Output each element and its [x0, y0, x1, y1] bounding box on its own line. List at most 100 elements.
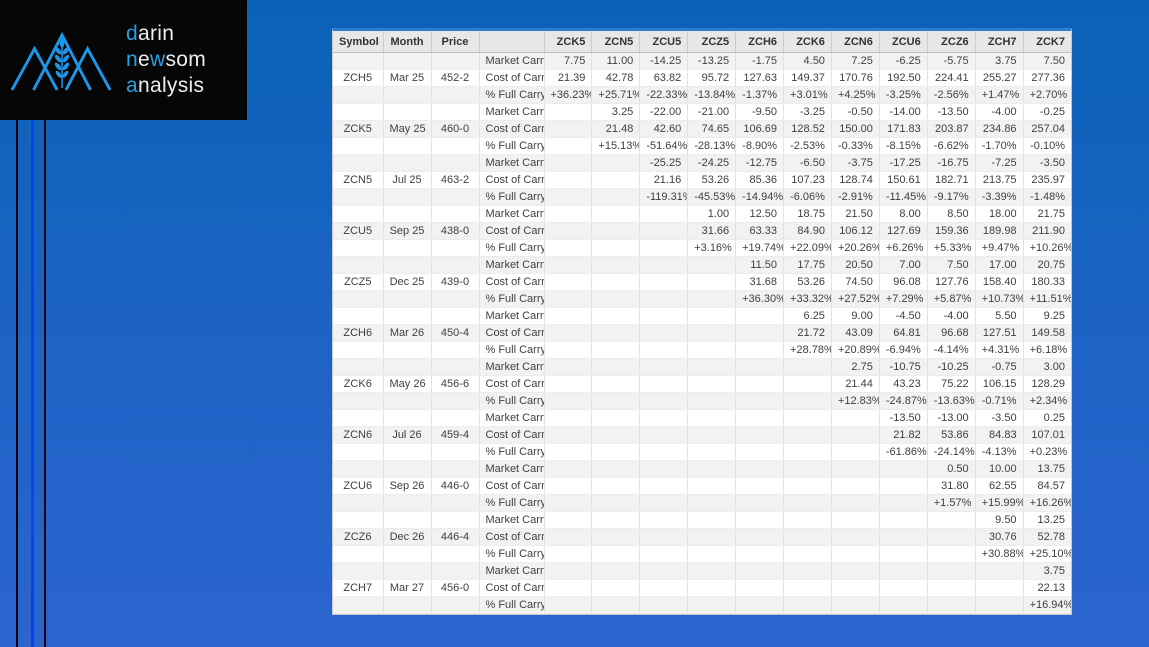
price-cell: 446-4	[431, 528, 480, 546]
logo-text-line: analysis	[126, 73, 206, 99]
value-cell	[639, 222, 689, 240]
value-cell	[591, 239, 641, 257]
table-row-zch5-market_carry: Market Carry 7.75 11.00 -14.25 -13.25 -1.75 4.…	[333, 52, 1071, 70]
column-header-zcz6: ZCZ6	[927, 31, 976, 53]
value-cell	[544, 341, 593, 359]
value-cell: -25.25	[639, 154, 689, 172]
value-cell	[544, 188, 593, 206]
symbol-cell: ZCH7	[333, 579, 384, 597]
logo-accent-letter: n	[126, 48, 138, 71]
value-cell	[591, 443, 641, 461]
value-cell	[639, 239, 689, 257]
value-cell: +5.87%	[927, 290, 976, 308]
value-cell: 9.00	[831, 307, 880, 325]
symbol-cell: ZCU6	[333, 477, 384, 495]
value-cell	[591, 426, 641, 444]
value-cell	[927, 562, 976, 580]
price-cell: 459-4	[431, 426, 480, 444]
value-cell	[831, 477, 880, 495]
price-cell: 460-0	[431, 120, 480, 138]
value-cell: 277.36	[1023, 69, 1071, 87]
value-cell: +6.18%	[1023, 341, 1071, 359]
value-cell	[735, 375, 785, 393]
value-cell: 127.63	[735, 69, 785, 87]
value-cell: 128.52	[783, 120, 832, 138]
value-cell: 17.75	[783, 256, 832, 274]
value-cell: -22.00	[639, 103, 689, 121]
symbol-cell	[333, 205, 384, 223]
value-cell: -1.70%	[975, 137, 1024, 155]
value-cell: 75.22	[927, 375, 976, 393]
value-cell: 42.60	[639, 120, 689, 138]
carry-type-label: Cost of Carry	[479, 324, 545, 342]
value-cell: +16.94%	[1023, 596, 1071, 614]
value-cell: 170.76	[831, 69, 880, 87]
value-cell: +3.16%	[687, 239, 737, 257]
value-cell: 11.50	[735, 256, 785, 274]
price-cell	[431, 205, 480, 223]
value-cell: 31.68	[735, 273, 785, 291]
table-row-zch5-pct_full_carry: % Full Carry +36.23% +25.71% -22.33% -13.84%…	[333, 86, 1071, 104]
value-cell: 31.80	[927, 477, 976, 495]
carry-type-label: Cost of Carry	[479, 375, 545, 393]
column-header-symbol: Symbol	[333, 31, 384, 53]
value-cell	[591, 460, 641, 478]
value-cell: -13.50	[879, 409, 928, 427]
value-cell	[544, 528, 593, 546]
value-cell	[544, 154, 593, 172]
column-header-blank	[479, 31, 545, 53]
value-cell: 150.61	[879, 171, 928, 189]
symbol-cell	[333, 154, 384, 172]
price-cell	[431, 86, 480, 104]
value-cell: -10.75	[879, 358, 928, 376]
value-cell: -4.50	[879, 307, 928, 325]
value-cell: 106.15	[975, 375, 1024, 393]
carry-type-label: % Full Carry	[479, 443, 545, 461]
value-cell	[639, 341, 689, 359]
month-cell	[383, 443, 432, 461]
value-cell	[687, 324, 737, 342]
value-cell	[544, 171, 593, 189]
table-row-zck6-cost_of_carry: ZCK6 May 26 456-6 Cost of Carry 21.44 43.23 75…	[333, 375, 1071, 393]
value-cell: 171.83	[879, 120, 928, 138]
table-row-zch7-market_carry: Market Carry 3.75	[333, 562, 1071, 580]
value-cell	[591, 596, 641, 614]
carry-type-label: Market Carry	[479, 307, 545, 325]
value-cell	[735, 494, 785, 512]
value-cell: 213.75	[975, 171, 1024, 189]
value-cell: -13.84%	[687, 86, 737, 104]
value-cell	[735, 545, 785, 563]
value-cell: +11.51%	[1023, 290, 1071, 308]
symbol-cell	[333, 511, 384, 529]
value-cell: -8.90%	[735, 137, 785, 155]
column-header-zcu6: ZCU6	[879, 31, 928, 53]
value-cell: 3.25	[591, 103, 641, 121]
symbol-cell: ZCK6	[333, 375, 384, 393]
month-cell	[383, 511, 432, 529]
symbol-cell: ZCZ6	[333, 528, 384, 546]
value-cell	[879, 579, 928, 597]
value-cell: 127.76	[927, 273, 976, 291]
month-cell	[383, 307, 432, 325]
carry-type-label: % Full Carry	[479, 341, 545, 359]
value-cell: 7.50	[1023, 52, 1071, 70]
month-cell: Mar 26	[383, 324, 432, 342]
value-cell: 10.00	[975, 460, 1024, 478]
value-cell: 106.12	[831, 222, 880, 240]
table-row-zcz6-cost_of_carry: ZCZ6 Dec 26 446-4 Cost of Carry 30.76 52.78	[333, 528, 1071, 546]
table-row-zcz6-pct_full_carry: % Full Carry +30.88% +25.10%	[333, 545, 1071, 563]
carry-type-label: Market Carry	[479, 52, 545, 70]
value-cell	[927, 545, 976, 563]
carry-type-label: % Full Carry	[479, 596, 545, 614]
table-row-zcu5-pct_full_carry: % Full Carry +3.16% +19.74% +22.09% +20.26% +…	[333, 239, 1071, 257]
symbol-cell	[333, 443, 384, 461]
value-cell: +10.73%	[975, 290, 1024, 308]
value-cell: +0.23%	[1023, 443, 1071, 461]
value-cell	[687, 290, 737, 308]
value-cell: -13.25	[687, 52, 737, 70]
value-cell	[544, 256, 593, 274]
value-cell: 18.75	[783, 205, 832, 223]
value-cell	[687, 375, 737, 393]
value-cell: -24.87%	[879, 392, 928, 410]
value-cell: +2.70%	[1023, 86, 1071, 104]
